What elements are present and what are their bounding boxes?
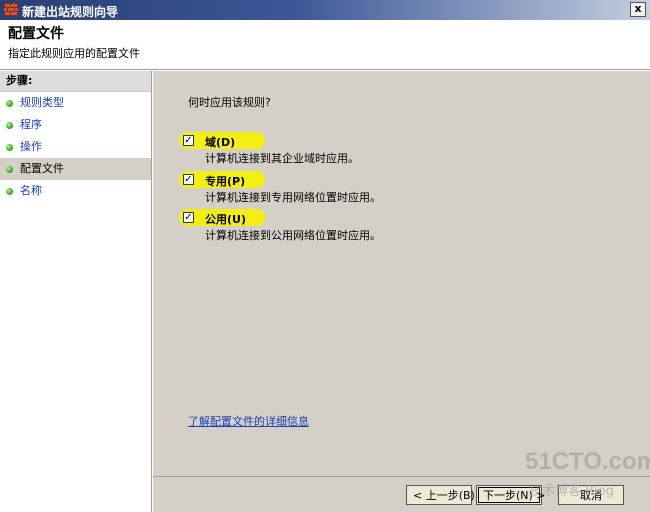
step-dot-icon — [6, 188, 13, 195]
check-icon: ✓ — [184, 212, 193, 223]
next-button[interactable]: 下一步(N) > — [476, 485, 546, 505]
step-dot-icon — [6, 166, 13, 173]
step-program[interactable]: 程序 — [0, 114, 151, 136]
step-dot-icon — [6, 144, 13, 151]
wizard-header: 配置文件 指定此规则应用的配置文件 — [0, 20, 650, 70]
step-label: 程序 — [20, 118, 42, 131]
main-panel: 何时应用该规则? ✓ 域(D) 计算机连接到其企业域时应用。 ✓ 专用(P) 计… — [153, 71, 650, 476]
page-subtitle: 指定此规则应用的配置文件 — [8, 47, 140, 60]
title-bar[interactable]: 新建出站规则向导 x — [0, 0, 650, 20]
step-label: 配置文件 — [20, 162, 64, 175]
public-checkbox[interactable]: ✓ — [183, 212, 194, 223]
steps-sidebar: 步骤: 规则类型 程序 操作 配置文件 名称 — [0, 71, 152, 512]
learn-more-link[interactable]: 了解配置文件的详细信息 — [188, 413, 309, 429]
back-button[interactable]: < 上一步(B) — [406, 485, 475, 505]
close-icon: x — [634, 2, 642, 15]
window-title: 新建出站规则向导 — [22, 5, 119, 19]
option-label: 专用(P) — [205, 175, 246, 188]
step-dot-icon — [6, 122, 13, 129]
wizard-footer: < 上一步(B) 下一步(N) > 取消 — [153, 476, 650, 512]
firewall-icon — [4, 3, 18, 16]
steps-header: 步骤: — [0, 71, 151, 92]
step-profile[interactable]: 配置文件 — [0, 158, 151, 180]
check-icon: ✓ — [184, 174, 193, 185]
option-description: 计算机连接到其企业域时应用。 — [205, 152, 359, 165]
private-checkbox[interactable]: ✓ — [183, 174, 194, 185]
step-action[interactable]: 操作 — [0, 136, 151, 158]
step-label: 规则类型 — [20, 96, 64, 109]
domain-checkbox[interactable]: ✓ — [183, 135, 194, 146]
step-label: 操作 — [20, 140, 42, 153]
option-description: 计算机连接到专用网络位置时应用。 — [205, 191, 381, 204]
cancel-button[interactable]: 取消 — [558, 485, 624, 505]
step-label: 名称 — [20, 184, 42, 197]
page-title: 配置文件 — [8, 26, 64, 42]
check-icon: ✓ — [184, 135, 193, 146]
close-button[interactable]: x — [630, 2, 646, 17]
option-label: 公用(U) — [205, 213, 246, 226]
step-name[interactable]: 名称 — [0, 180, 151, 202]
option-description: 计算机连接到公用网络位置时应用。 — [205, 229, 381, 242]
step-rule-type[interactable]: 规则类型 — [0, 92, 151, 114]
option-label: 域(D) — [205, 136, 236, 149]
step-dot-icon — [6, 100, 13, 107]
question-text: 何时应用该规则? — [188, 96, 271, 109]
